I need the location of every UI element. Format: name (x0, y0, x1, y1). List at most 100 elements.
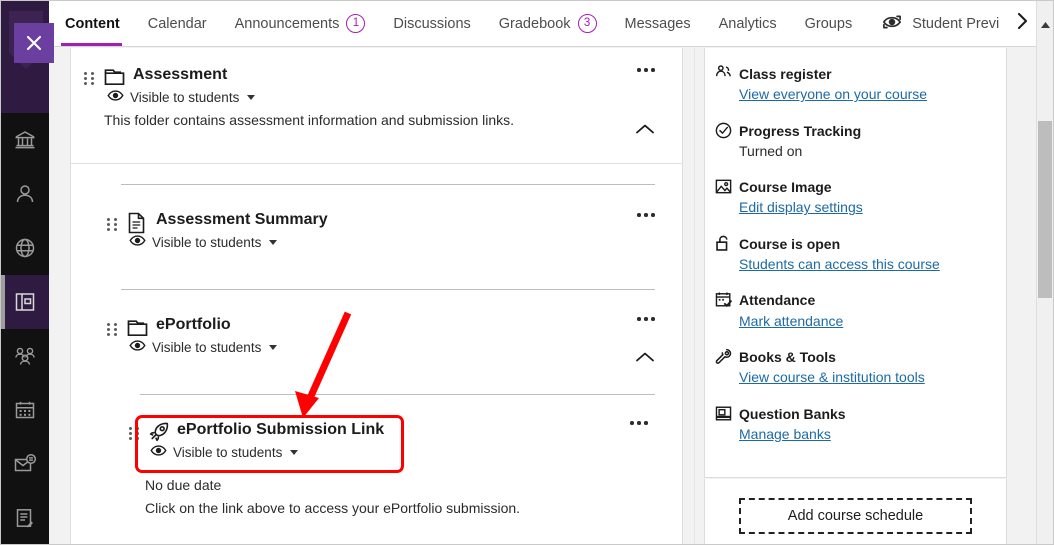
visibility-dropdown[interactable]: Visible to students (129, 339, 278, 355)
sidebar-item-grades[interactable] (1, 491, 49, 544)
details-item-books-and-tools: Books & Tools View course & institution … (705, 347, 1006, 404)
class-register-icon (714, 64, 733, 88)
item-options-menu-button[interactable] (637, 317, 655, 321)
tab-label: Gradebook (498, 15, 571, 32)
drag-handle-icon[interactable] (129, 427, 139, 440)
visibility-dropdown[interactable]: Visible to students (107, 89, 256, 105)
collapse-toggle-assessment[interactable] (634, 122, 656, 141)
sidebar-item-profile[interactable] (1, 167, 49, 221)
nested-divider (140, 394, 655, 395)
drag-handle-icon[interactable] (84, 72, 94, 85)
details-item-title: Question Banks (739, 405, 846, 422)
gradebook-badge: 3 (577, 14, 597, 33)
details-item-link[interactable]: Edit display settings (739, 197, 863, 217)
courses-icon (13, 290, 37, 314)
add-course-schedule-button[interactable]: Add course schedule (739, 498, 972, 534)
visibility-label: Visible to students (173, 444, 283, 460)
item-options-menu-button[interactable] (637, 213, 655, 217)
messages-icon (13, 452, 37, 476)
tab-content[interactable]: Content (49, 1, 134, 46)
groups-icon (13, 344, 37, 368)
item-options-menu-button[interactable] (637, 68, 655, 72)
nested-divider (121, 184, 655, 185)
details-item-link[interactable]: Manage banks (739, 424, 846, 444)
left-navigation-rail (1, 1, 54, 544)
tab-groups[interactable]: Groups (791, 1, 867, 46)
course-details-panel: Class register View everyone on your cou… (704, 48, 1007, 478)
details-item-value: Turned on (739, 142, 803, 159)
course-tab-bar: Content Calendar Announcements 1 Discuss… (49, 1, 1053, 47)
details-item-title: Attendance (739, 292, 816, 309)
drag-handle-icon[interactable] (107, 323, 117, 336)
tab-overflow-next-button[interactable] (1005, 1, 1039, 46)
details-item-link[interactable]: View everyone on your course (739, 84, 927, 104)
details-item-title: Books & Tools (739, 348, 836, 365)
due-date-label: No due date (145, 477, 222, 493)
sidebar-item-institution-page[interactable] (1, 221, 49, 275)
details-item-attendance: Attendance Mark attendance (705, 290, 1006, 347)
course-image-icon (714, 177, 733, 201)
page-scrollbar[interactable] (1036, 1, 1053, 544)
content-item-title: Assessment (133, 66, 228, 83)
eye-icon (150, 444, 167, 460)
details-item-link[interactable]: View course & institution tools (739, 367, 925, 387)
collapse-toggle-eportfolio[interactable] (634, 350, 656, 369)
visibility-dropdown[interactable]: Visible to students (129, 234, 278, 250)
details-item-course-is-open: Course is open Students can access this … (705, 234, 1006, 291)
details-item-question-banks: Question Banks Manage banks (705, 404, 1006, 461)
student-preview-button[interactable]: Student Previ (866, 1, 1005, 46)
details-item-progress-tracking: Progress Tracking Turned on (705, 121, 1006, 178)
details-item-class-register: Class register View everyone on your cou… (705, 64, 1006, 121)
tab-messages[interactable]: Messages (611, 1, 705, 46)
chevron-down-icon (290, 449, 299, 455)
details-item-title: Progress Tracking (739, 122, 862, 139)
section-divider (71, 163, 682, 164)
content-item-description: This folder contains assessment informat… (104, 112, 515, 128)
calendar-icon (13, 398, 37, 422)
details-item-link[interactable]: Students can access this course (739, 254, 940, 274)
details-item-title: Course is open (739, 235, 841, 252)
visibility-dropdown[interactable]: Visible to students (150, 444, 299, 460)
sidebar-item-messages[interactable] (1, 437, 49, 491)
details-list: Class register View everyone on your cou… (705, 48, 1006, 460)
content-item-title: Assessment Summary (156, 211, 328, 228)
grades-icon (13, 506, 37, 530)
panel-gutter-line (694, 48, 695, 544)
eye-icon (107, 89, 124, 105)
content-item-description: Click on the link above to access your e… (145, 500, 521, 516)
drag-handle-icon[interactable] (107, 218, 117, 231)
profile-icon (13, 182, 37, 206)
sidebar-item-calendar[interactable] (1, 383, 49, 437)
course-content-panel: Assessment Visible to students This fold… (70, 48, 683, 544)
close-icon (23, 32, 45, 54)
tab-label: Analytics (718, 15, 777, 32)
details-item-title: Class register (739, 66, 832, 82)
chevron-down-icon (247, 94, 256, 100)
nested-divider (121, 289, 655, 290)
sidebar-item-institution[interactable] (1, 113, 49, 167)
tab-calendar[interactable]: Calendar (134, 1, 221, 46)
details-item-link[interactable]: Mark attendance (739, 311, 843, 331)
item-options-menu-button[interactable] (630, 421, 648, 425)
eye-icon (129, 234, 146, 250)
attendance-icon (714, 290, 733, 314)
chevron-down-icon (269, 344, 278, 350)
unlock-icon (714, 234, 733, 258)
application-window: Content Calendar Announcements 1 Discuss… (0, 0, 1054, 545)
tab-label: Content (65, 15, 120, 32)
student-preview-icon (880, 13, 904, 35)
scroll-up-button[interactable] (1037, 1, 1053, 48)
tab-discussions[interactable]: Discussions (379, 1, 484, 46)
details-item-title: Course Image (739, 179, 832, 196)
sidebar-item-organizations[interactable] (1, 329, 49, 383)
tab-label: Messages (624, 15, 691, 32)
student-preview-label: Student Previ (912, 15, 1000, 32)
sidebar-item-courses[interactable] (1, 275, 49, 329)
scrollbar-thumb[interactable] (1038, 121, 1052, 298)
tab-gradebook[interactable]: Gradebook 3 (485, 1, 611, 46)
tab-analytics[interactable]: Analytics (705, 1, 791, 46)
institution-icon (13, 128, 37, 152)
close-button[interactable] (14, 23, 54, 63)
chevron-right-icon (1014, 10, 1030, 37)
tab-announcements[interactable]: Announcements 1 (221, 1, 380, 46)
